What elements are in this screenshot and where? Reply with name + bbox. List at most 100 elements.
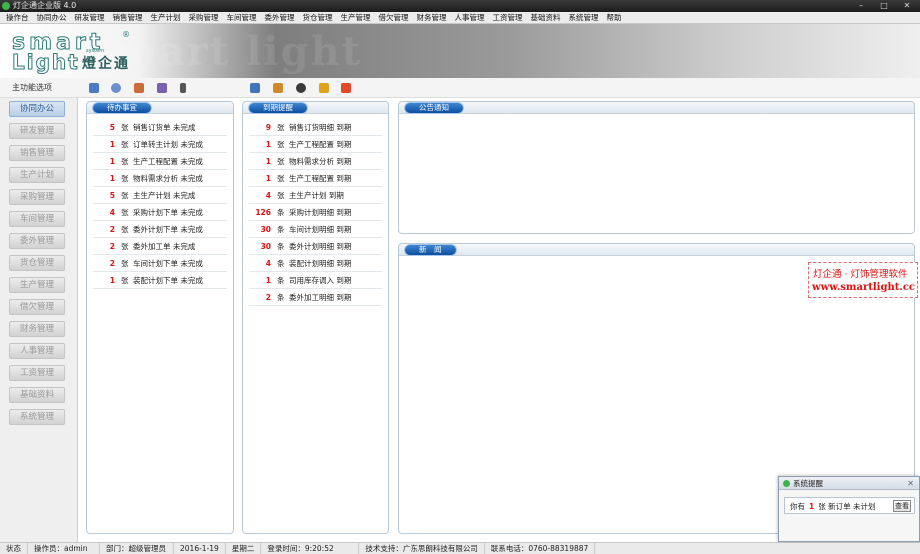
sidebar-item-rnd[interactable]: 研发管理: [9, 123, 65, 139]
due-panel-title: 到期提醒: [249, 103, 307, 113]
sidebar-item-plan[interactable]: 生产计划: [9, 167, 65, 183]
due-row[interactable]: 4 张主生产计划 到期: [249, 187, 382, 204]
todo-row[interactable]: 5 张主生产计划 未完成: [93, 187, 227, 204]
sidebar-item-debt[interactable]: 借欠管理: [9, 299, 65, 315]
logo-light-text: Light: [12, 50, 80, 75]
menu-item-production[interactable]: 生产管理: [337, 12, 375, 24]
due-row[interactable]: 30 条车间计划明细 到期: [249, 221, 382, 238]
popup-titlebar: 系统提醒 ✕: [779, 477, 919, 490]
due-row[interactable]: 4 条装配计划明细 到期: [249, 255, 382, 272]
todo-row[interactable]: 2 张车间计划下单 未完成: [93, 255, 227, 272]
system-reminder-popup: 系统提醒 ✕ 你有 1 张 新订单 未计划 查看: [778, 476, 920, 542]
status-weekday: 星期二: [226, 543, 262, 554]
sidebar-item-outsource[interactable]: 委外管理: [9, 233, 65, 249]
logo-chinese-name: 燈企通: [82, 56, 130, 72]
window-title: 灯企通企业版 4.0: [13, 1, 77, 10]
due-row[interactable]: 30 条委外计划明细 到期: [249, 238, 382, 255]
sidebar-item-production[interactable]: 生产管理: [9, 277, 65, 293]
notice-panel-title: 公告通知: [405, 103, 463, 113]
popup-message-box: 你有 1 张 新订单 未计划 查看: [784, 497, 915, 514]
maximize-button[interactable]: □: [873, 0, 895, 11]
sidebar-item-purchase[interactable]: 采购管理: [9, 189, 65, 205]
menu-item-outsource[interactable]: 委外管理: [261, 12, 299, 24]
menu-item-system[interactable]: 系统管理: [565, 12, 603, 24]
menu-item-debt[interactable]: 借欠管理: [375, 12, 413, 24]
sidebar-item-warehouse[interactable]: 货仓管理: [9, 255, 65, 271]
status-bar: 状态 操作员：admin 部门：超级管理员 2016-1-19 星期二 登录时间…: [0, 542, 920, 554]
menu-item-sales[interactable]: 销售管理: [109, 12, 147, 24]
menu-item-payroll[interactable]: 工资管理: [489, 12, 527, 24]
menu-item-console[interactable]: 操作台: [2, 12, 33, 24]
header-banner: smart light smart ® system Light 燈企通: [0, 24, 920, 78]
due-row[interactable]: 1 张物料需求分析 到期: [249, 153, 382, 170]
window-controls: – □ ✕: [850, 0, 918, 11]
todo-row[interactable]: 1 张物料需求分析 未完成: [93, 170, 227, 187]
todo-row[interactable]: 5 张销售订货单 未完成: [93, 119, 227, 136]
sidebar-item-basedata[interactable]: 基础资料: [9, 387, 65, 403]
popup-title: 系统提醒: [793, 479, 823, 488]
logo-registered-mark: ®: [122, 30, 130, 39]
todo-row[interactable]: 1 张生产工程配置 未完成: [93, 153, 227, 170]
promo-slogan: 灯企通 · 灯饰管理软件: [813, 269, 908, 280]
status-support: 技术支持：广东思朗科技有限公司: [359, 543, 485, 554]
main-function-label: 主功能选项: [12, 83, 52, 92]
minimize-button[interactable]: –: [850, 0, 872, 11]
menu-item-workshop[interactable]: 车间管理: [223, 12, 261, 24]
menu-item-hr[interactable]: 人事管理: [451, 12, 489, 24]
menu-item-help[interactable]: 帮助: [603, 12, 626, 24]
menu-item-purchase[interactable]: 采购管理: [185, 12, 223, 24]
menu-item-finance[interactable]: 财务管理: [413, 12, 451, 24]
status-department: 部门：超级管理员: [100, 543, 174, 554]
app-logo-icon: [2, 2, 10, 10]
menu-bar: 操作台 协同办公 研发管理 销售管理 生产计划 采购管理 车间管理 委外管理 货…: [0, 12, 920, 24]
due-row[interactable]: 2 条委外加工明细 到期: [249, 289, 382, 306]
news-panel-title: 新 闻: [405, 245, 456, 255]
calendar-icon[interactable]: [250, 83, 260, 93]
status-date: 2016-1-19: [174, 543, 226, 554]
window-titlebar: 灯企通企业版 4.0 – □ ✕: [0, 0, 920, 12]
sidebar-item-hr[interactable]: 人事管理: [9, 343, 65, 359]
menu-item-plan[interactable]: 生产计划: [147, 12, 185, 24]
sidebar-item-finance[interactable]: 财务管理: [9, 321, 65, 337]
exit-icon[interactable]: [341, 83, 351, 93]
users-icon[interactable]: [157, 83, 167, 93]
menu-item-warehouse[interactable]: 货仓管理: [299, 12, 337, 24]
status-operator: 操作员：admin: [28, 543, 100, 554]
due-panel-header: 到期提醒: [243, 102, 388, 114]
sidebar-item-workshop[interactable]: 车间管理: [9, 211, 65, 227]
phone-icon[interactable]: [180, 83, 186, 93]
sidebar-item-payroll[interactable]: 工资管理: [9, 365, 65, 381]
todo-panel-title: 待办事宜: [93, 103, 151, 113]
settings-icon[interactable]: [296, 83, 306, 93]
popup-close-icon[interactable]: ✕: [907, 478, 914, 489]
view-button[interactable]: 查看: [893, 500, 911, 512]
due-row[interactable]: 9 张销售订货明细 到期: [249, 119, 382, 136]
folder-icon[interactable]: [319, 83, 329, 93]
sidebar-item-sales[interactable]: 销售管理: [9, 145, 65, 161]
user-icon[interactable]: [134, 83, 144, 93]
todo-row[interactable]: 1 张订单转主计划 未完成: [93, 136, 227, 153]
menu-item-collab[interactable]: 协同办公: [33, 12, 71, 24]
status-state: 状态: [0, 543, 28, 554]
todo-row[interactable]: 4 张采购计划下单 未完成: [93, 204, 227, 221]
status-login-time: 登录时间：9:20:52: [261, 543, 360, 554]
todo-row[interactable]: 2 张委外计划下单 未完成: [93, 221, 227, 238]
globe-icon[interactable]: [111, 83, 121, 93]
todo-row[interactable]: 1 张装配计划下单 未完成: [93, 272, 227, 289]
popup-message-suffix: 张 新订单 未计划: [818, 502, 876, 511]
mail-icon[interactable]: [89, 83, 99, 93]
due-row[interactable]: 1 条司用库存调入 到期: [249, 272, 382, 289]
popup-message: 你有 1 张 新订单 未计划: [790, 501, 876, 512]
due-row[interactable]: 1 张生产工程配置 到期: [249, 170, 382, 187]
sidebar-item-system[interactable]: 系统管理: [9, 409, 65, 425]
due-row[interactable]: 1 张生产工程配置 到期: [249, 136, 382, 153]
quick-toolbar: 主功能选项: [0, 78, 920, 98]
menu-item-rnd[interactable]: 研发管理: [71, 12, 109, 24]
sidebar-item-collab[interactable]: 协同办公: [9, 101, 65, 117]
menu-item-basedata[interactable]: 基础资料: [527, 12, 565, 24]
group-icon[interactable]: [273, 83, 283, 93]
sidebar: 协同办公 研发管理 销售管理 生产计划 采购管理 车间管理 委外管理 货仓管理 …: [0, 98, 78, 542]
todo-row[interactable]: 2 张委外加工单 未完成: [93, 238, 227, 255]
due-row[interactable]: 126 条采购计划明细 到期: [249, 204, 382, 221]
close-button[interactable]: ✕: [896, 0, 918, 11]
